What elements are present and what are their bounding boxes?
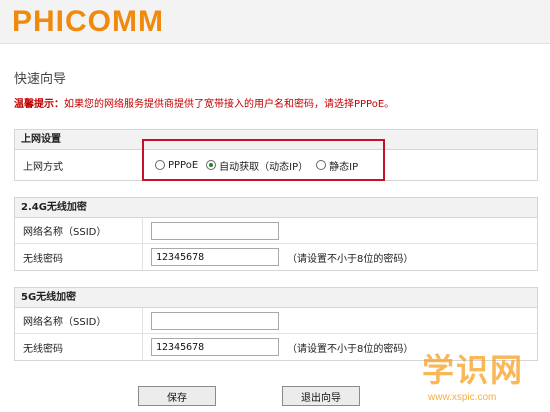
highlight-annotation-box xyxy=(142,139,385,181)
wifi-5g-password-hint: （请设置不小于8位的密码） xyxy=(287,343,414,355)
wifi-5g-password-input[interactable] xyxy=(151,338,279,356)
wifi-24g-password-label: 无线密码 xyxy=(15,244,143,270)
wifi-24g-ssid-input[interactable] xyxy=(151,221,279,240)
wifi-24g-ssid-row: 网络名称（SSID） xyxy=(15,218,537,244)
wifi-5g-heading: 5G无线加密 xyxy=(15,288,537,308)
tip-text: 如果您的网络服务提供商提供了宽带接入的用户名和密码，请选择PPPoE。 xyxy=(64,99,395,110)
wifi-24g-password-cell: （请设置不小于8位的密码） xyxy=(151,244,537,270)
phicomm-logo: PHICOMM xyxy=(12,5,164,38)
connection-mode-label: 上网方式 xyxy=(15,150,143,180)
save-button[interactable]: 保存 xyxy=(138,386,216,406)
page-title: 快速向导 xyxy=(14,72,67,87)
wifi-24g-password-input[interactable] xyxy=(151,248,279,266)
wifi-5g-section: 5G无线加密 网络名称（SSID） 无线密码 （请设置不小于8位的密码） xyxy=(14,287,538,361)
watermark: 学识网 www.xspic.com xyxy=(422,352,546,410)
wifi-24g-password-hint: （请设置不小于8位的密码） xyxy=(287,253,414,265)
wifi-24g-ssid-label: 网络名称（SSID） xyxy=(15,218,143,243)
wifi-24g-ssid-cell xyxy=(151,218,537,243)
wifi-24g-heading: 2.4G无线加密 xyxy=(15,198,537,218)
wifi-5g-ssid-label: 网络名称（SSID） xyxy=(15,308,143,333)
wifi-5g-ssid-cell xyxy=(151,308,537,333)
wifi-24g-password-row: 无线密码 （请设置不小于8位的密码） xyxy=(15,244,537,270)
wifi-5g-ssid-input[interactable] xyxy=(151,311,279,330)
tip-label: 温馨提示： xyxy=(14,99,64,110)
wifi-5g-password-label: 无线密码 xyxy=(15,334,143,360)
exit-wizard-button[interactable]: 退出向导 xyxy=(282,386,360,406)
wifi-5g-ssid-row: 网络名称（SSID） xyxy=(15,308,537,334)
wifi-24g-section: 2.4G无线加密 网络名称（SSID） 无线密码 （请设置不小于8位的密码） xyxy=(14,197,538,271)
watermark-text: 学识网 xyxy=(422,351,525,389)
tip-message: 温馨提示：如果您的网络服务提供商提供了宽带接入的用户名和密码，请选择PPPoE。 xyxy=(14,95,394,110)
watermark-url: www.xspic.com xyxy=(428,392,497,403)
header-bar: PHICOMM xyxy=(0,0,550,44)
